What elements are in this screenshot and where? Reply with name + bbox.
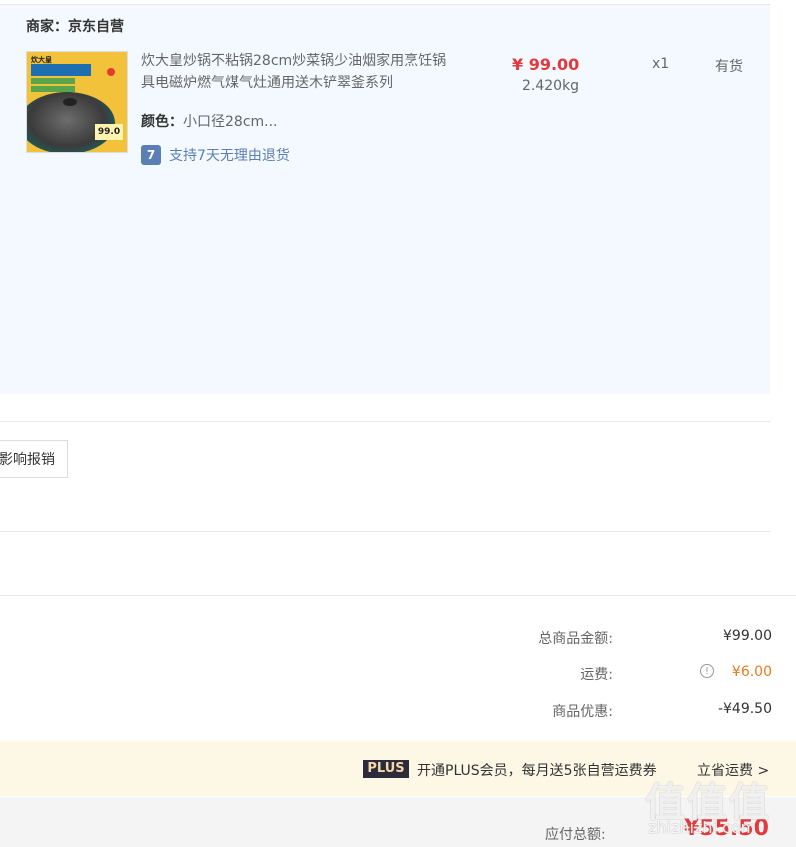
color-label: 颜色： — [141, 114, 183, 130]
total-label: 应付总额: — [545, 827, 606, 843]
goods-total-value: ¥99.00 — [723, 628, 772, 644]
watermark-url: zhizhizhi.com — [648, 818, 757, 837]
thumbnail-price-tag: 99.0 — [95, 124, 123, 140]
color-value: 小口径28cm... — [183, 114, 278, 130]
return-policy-text: 支持7天无理由退货 — [169, 148, 290, 164]
thumbnail-banner — [31, 64, 91, 76]
item-price: ¥ 99.00 — [512, 55, 580, 74]
return-policy[interactable]: 7 支持7天无理由退货 — [141, 145, 290, 165]
product-thumbnail[interactable]: 炊大皇 99.0 — [26, 51, 128, 153]
thumbnail-badge — [107, 68, 115, 76]
shop-name: 商家：京东自营 — [26, 19, 124, 35]
invoice-option-button[interactable]: 影响报销 — [0, 440, 68, 478]
shop-order-panel: 商家：京东自营 炊大皇 99.0 炊大皇炒锅不粘锅28cm炒菜锅少油烟家用烹饪锅… — [0, 5, 770, 394]
section-divider — [0, 595, 796, 596]
info-circle-icon[interactable]: ! — [700, 664, 714, 678]
section-divider — [0, 531, 770, 532]
discount-value: -¥49.50 — [717, 701, 772, 717]
wok-lid-knob — [63, 98, 77, 106]
product-title[interactable]: 炊大皇炒锅不粘锅28cm炒菜锅少油烟家用烹饪锅具电磁炉燃气煤气灶通用送木铲翠釜系… — [141, 50, 451, 94]
return-policy-icon: 7 — [141, 145, 161, 165]
stock-status: 有货 — [715, 59, 743, 75]
section-divider — [0, 421, 770, 422]
plus-badge: PLUS — [363, 760, 409, 778]
plus-promo-text: 开通PLUS会员，每月送5张自营运费券 — [417, 763, 657, 779]
goods-total-label: 总商品金额: — [538, 631, 613, 647]
item-weight: 2.420kg — [522, 78, 580, 94]
product-color-spec: 颜色：小口径28cm... — [141, 111, 278, 131]
thumbnail-tag — [31, 78, 75, 84]
discount-label: 商品优惠: — [552, 704, 613, 720]
shipping-label: 运费: — [580, 667, 613, 683]
item-quantity: x1 — [652, 56, 670, 72]
shipping-value: ¥6.00 — [731, 664, 772, 680]
